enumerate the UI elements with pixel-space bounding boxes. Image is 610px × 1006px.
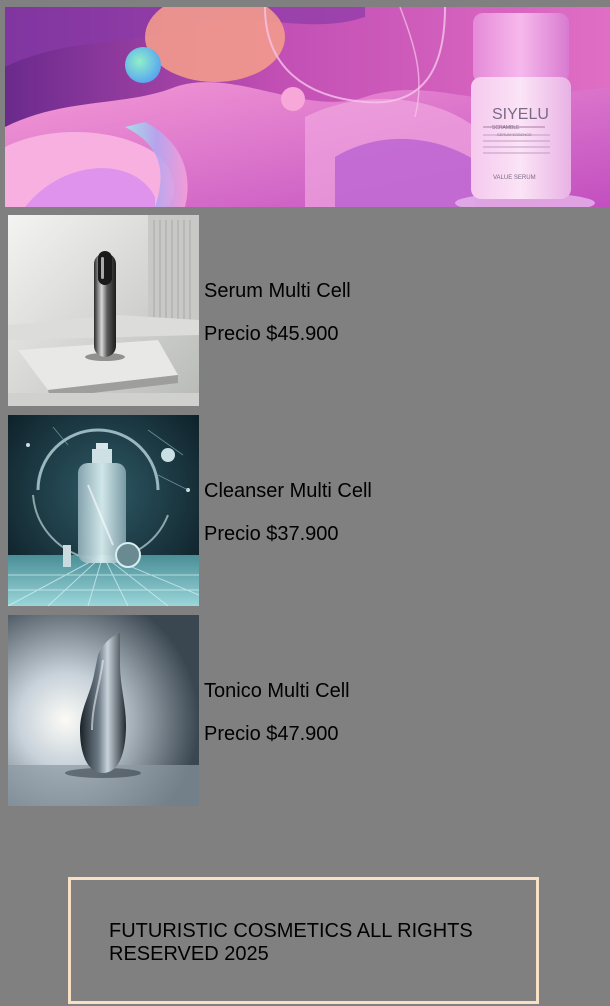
product-name: Tonico Multi Cell	[204, 680, 350, 702]
hero-small-text-1: SERUM ESSENCE	[497, 132, 532, 137]
cleanser-pump-bottle-icon	[8, 415, 199, 606]
footer-copyright: FUTURISTIC COSMETICS ALL RIGHTS RESERVED…	[109, 920, 473, 965]
footer: FUTURISTIC COSMETICS ALL RIGHTS RESERVED…	[68, 877, 539, 1004]
product-name: Serum Multi Cell	[204, 280, 351, 302]
product-image-cleanser[interactable]	[8, 415, 199, 606]
product-image-tonico[interactable]	[8, 615, 199, 806]
hero-illustration: SIYELU SCRAMBLE SERUM ESSENCE VALUE SERU…	[5, 7, 610, 207]
product-price: Precio $37.900	[204, 523, 339, 545]
product-card-serum[interactable]: Serum Multi Cell Precio $45.900	[8, 215, 568, 406]
hero-banner: SIYELU SCRAMBLE SERUM ESSENCE VALUE SERU…	[5, 7, 610, 207]
product-image-serum[interactable]	[8, 215, 199, 406]
hero-brand-text: SIYELU	[492, 106, 549, 123]
hero-small-text-2: VALUE SERUM	[493, 175, 536, 181]
product-name: Cleanser Multi Cell	[204, 480, 372, 502]
product-price: Precio $47.900	[204, 723, 339, 745]
product-card-cleanser[interactable]: Cleanser Multi Cell Precio $37.900	[8, 415, 568, 606]
product-card-tonico[interactable]: Tonico Multi Cell Precio $47.900	[8, 615, 568, 806]
tonic-bottle-icon	[8, 615, 199, 806]
hero-subtitle-text: SCRAMBLE	[492, 125, 520, 131]
product-price: Precio $45.900	[204, 323, 339, 345]
serum-bottle-icon	[8, 215, 199, 406]
